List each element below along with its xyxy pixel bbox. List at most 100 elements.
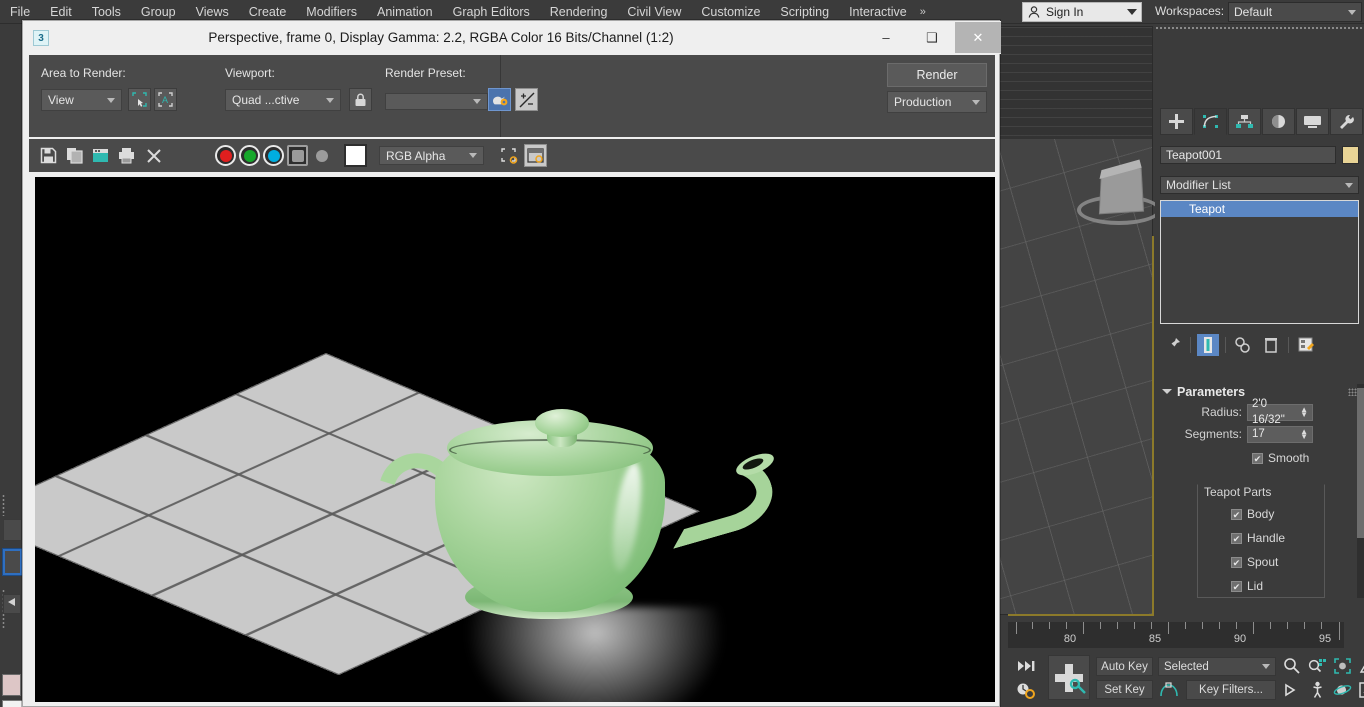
channel-display-select[interactable]: RGB Alpha <box>379 146 484 165</box>
auto-region-icon <box>132 92 147 107</box>
render-setup-button[interactable] <box>488 88 511 111</box>
toggle-ui-overlays-button[interactable] <box>498 145 520 167</box>
modifier-stack[interactable]: Teapot <box>1160 200 1359 324</box>
pin-stack-button[interactable] <box>1162 334 1184 356</box>
object-name-field[interactable]: Teapot001 <box>1160 146 1336 164</box>
green-channel-toggle[interactable] <box>239 145 260 166</box>
spout-checkbox[interactable]: ✔ <box>1231 556 1242 568</box>
timeline-ruler[interactable]: 80 85 90 95 100 <box>1008 622 1364 648</box>
radius-label: Radius: <box>1201 405 1242 419</box>
set-keys-button[interactable] <box>1048 655 1090 700</box>
spinner-arrows-icon[interactable]: ▲ ▼ <box>1300 406 1308 419</box>
zoom-region-button[interactable] <box>1305 656 1329 676</box>
copy-image-button[interactable] <box>63 145 85 167</box>
color-swatch[interactable] <box>2 674 21 696</box>
zoom-extents-button[interactable] <box>1330 656 1354 676</box>
tab-motion[interactable] <box>1262 108 1295 135</box>
configure-modifier-sets-button[interactable] <box>1295 334 1317 356</box>
segments-spinner[interactable]: 17 ▲ ▼ <box>1247 425 1313 443</box>
teapot-knob <box>535 409 589 437</box>
show-end-result-button[interactable] <box>1197 334 1219 356</box>
render-setup-teapot-icon <box>492 96 507 106</box>
auto-region-button[interactable] <box>128 88 151 111</box>
copy-icon <box>66 148 83 164</box>
toolbar-grip[interactable] <box>2 494 5 516</box>
render-button[interactable]: Render <box>887 63 987 87</box>
maximize-button[interactable]: ❑ <box>909 22 955 53</box>
object-color-swatch[interactable] <box>1342 146 1359 164</box>
clone-icon <box>92 149 108 162</box>
blue-channel-toggle[interactable] <box>263 145 284 166</box>
key-filters-button[interactable]: Key Filters... <box>1186 680 1276 700</box>
panel-grip[interactable] <box>1155 26 1364 30</box>
auto-key-button[interactable]: Auto Key <box>1096 657 1153 676</box>
render-preset-select[interactable] <box>385 93 488 110</box>
channel-display-value: RGB Alpha <box>386 148 446 163</box>
clone-window-button[interactable] <box>89 145 111 167</box>
tab-display[interactable] <box>1296 108 1329 135</box>
edit-region-button[interactable]: A <box>154 88 177 111</box>
area-to-render-select[interactable]: View <box>41 89 122 111</box>
chevron-down-icon <box>1262 664 1270 669</box>
lock-viewport-button[interactable] <box>349 88 372 111</box>
pan-button[interactable] <box>1280 680 1304 700</box>
rendered-frame-window[interactable]: 3 Perspective, frame 0, Display Gamma: 2… <box>22 20 1001 707</box>
make-unique-button[interactable] <box>1232 334 1254 356</box>
chevron-down-icon <box>1127 9 1137 15</box>
maximize-viewport-button[interactable] <box>1355 680 1364 700</box>
smooth-checkbox[interactable]: ✔ <box>1252 452 1263 464</box>
zoom-region-icon <box>1308 659 1326 673</box>
render-mode-select[interactable]: Production <box>887 91 987 113</box>
field-of-view-button[interactable] <box>1355 656 1364 676</box>
tab-create[interactable] <box>1160 108 1193 135</box>
menu-overflow-chevron[interactable]: » <box>917 6 929 18</box>
maximize-viewport-icon <box>1359 682 1364 698</box>
modifier-list-dropdown[interactable]: Modifier List <box>1160 176 1359 194</box>
tab-hierarchy[interactable] <box>1228 108 1261 135</box>
set-key-button[interactable]: Set Key <box>1096 680 1153 699</box>
scrollbar-thumb[interactable] <box>1357 388 1364 538</box>
key-mode-toggle-button[interactable] <box>1014 656 1038 676</box>
minimize-button[interactable]: – <box>863 22 909 53</box>
zoom-extents-icon <box>1333 658 1351 674</box>
left-tool-button-2-selected[interactable] <box>3 549 22 575</box>
left-tool-button-3[interactable] <box>3 594 21 614</box>
set-key-filter-button[interactable] <box>1156 680 1182 700</box>
render-window-titlebar[interactable]: 3 Perspective, frame 0, Display Gamma: 2… <box>23 21 1001 54</box>
material-slot[interactable]: MA <box>2 700 23 707</box>
print-image-button[interactable] <box>115 145 137 167</box>
body-checkbox[interactable]: ✔ <box>1231 508 1242 520</box>
close-button[interactable]: ✕ <box>955 22 1001 53</box>
lid-checkbox[interactable]: ✔ <box>1231 580 1242 592</box>
modifier-stack-item-teapot[interactable]: Teapot <box>1161 201 1358 217</box>
rendered-image-canvas[interactable] <box>35 177 995 702</box>
viewport-select[interactable]: Quad ...ctive <box>225 89 341 111</box>
part-handle-row: ✔ Handle <box>1231 528 1285 548</box>
spinner-arrows-icon[interactable]: ▲ ▼ <box>1300 428 1308 441</box>
exposure-control-button[interactable] <box>515 88 538 111</box>
handle-checkbox[interactable]: ✔ <box>1231 532 1242 544</box>
filter-select[interactable]: Selected <box>1158 657 1276 676</box>
command-panel-scrollbar[interactable] <box>1357 384 1364 598</box>
tab-utilities[interactable] <box>1330 108 1363 135</box>
time-configuration-button[interactable] <box>1014 680 1038 700</box>
alpha-channel-toggle[interactable] <box>287 145 308 166</box>
tab-modify[interactable] <box>1194 108 1227 135</box>
remove-modifier-button[interactable] <box>1260 334 1282 356</box>
orbit-button[interactable] <box>1330 680 1354 700</box>
clear-image-button[interactable] <box>143 145 165 167</box>
enable-red-blue-button[interactable] <box>524 144 547 167</box>
workspace-select[interactable]: Default <box>1228 2 1362 22</box>
background-color-swatch[interactable] <box>344 144 367 167</box>
walkthrough-button[interactable] <box>1305 680 1329 700</box>
save-image-button[interactable] <box>37 145 59 167</box>
mono-channel-toggle[interactable] <box>311 145 332 166</box>
red-channel-toggle[interactable] <box>215 145 236 166</box>
viewport-value: Quad ...ctive <box>232 93 300 107</box>
sign-in-button[interactable]: Sign In <box>1022 2 1142 22</box>
zoom-button[interactable] <box>1280 656 1304 676</box>
view-cube[interactable] <box>1075 155 1163 235</box>
area-to-render-label: Area to Render: <box>41 66 126 80</box>
left-tool-button-1[interactable] <box>3 519 22 541</box>
radius-spinner[interactable]: 2'0 16/32" ▲ ▼ <box>1247 398 1313 426</box>
